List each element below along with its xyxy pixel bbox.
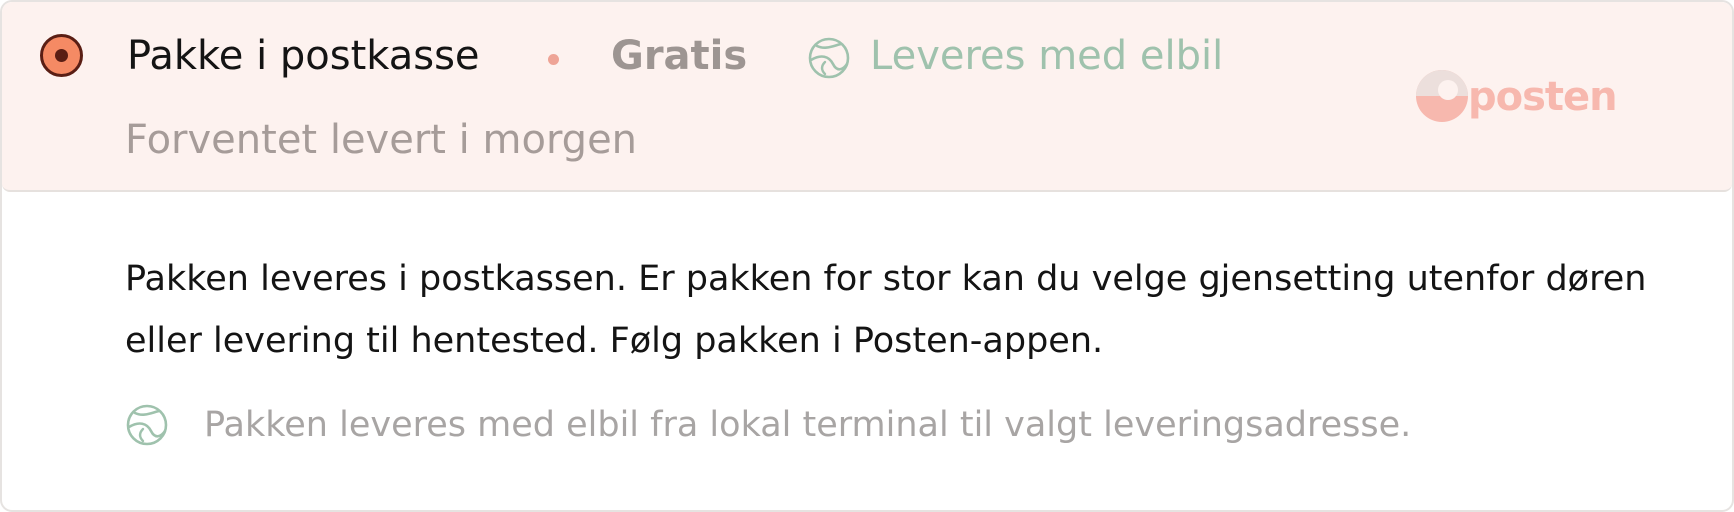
- posten-logo-mark: [1416, 70, 1468, 122]
- elbil-label: Leveres med elbil: [870, 33, 1224, 79]
- leaf-globe-icon: [126, 404, 168, 446]
- posten-logo: posten: [1414, 68, 1618, 130]
- radio-dot: [55, 49, 68, 62]
- option-title: Pakke i postkasse: [127, 33, 480, 79]
- selected-radio-button[interactable]: [40, 34, 83, 77]
- posten-logo-text: posten: [1468, 74, 1618, 120]
- elbil-note: Pakken leveres med elbil fra lokal termi…: [204, 405, 1412, 445]
- separator-dot: [548, 54, 559, 65]
- delivery-estimate: Forventet levert i morgen: [125, 117, 638, 163]
- shipping-option-pakke-i-postkasse[interactable]: Pakke i postkasse Gratis Leveres med elb…: [2, 2, 1732, 192]
- option-price: Gratis: [611, 33, 748, 79]
- description-line: eller levering til hentested. Følg pakke…: [125, 321, 1104, 361]
- leaf-globe-icon: [808, 37, 850, 79]
- description-line: Pakken leveres i postkassen. Er pakken f…: [125, 259, 1647, 299]
- shipping-option-card: Pakke i postkasse Gratis Leveres med elb…: [0, 0, 1734, 512]
- option-description: Pakken leveres i postkassen. Er pakken f…: [125, 248, 1685, 372]
